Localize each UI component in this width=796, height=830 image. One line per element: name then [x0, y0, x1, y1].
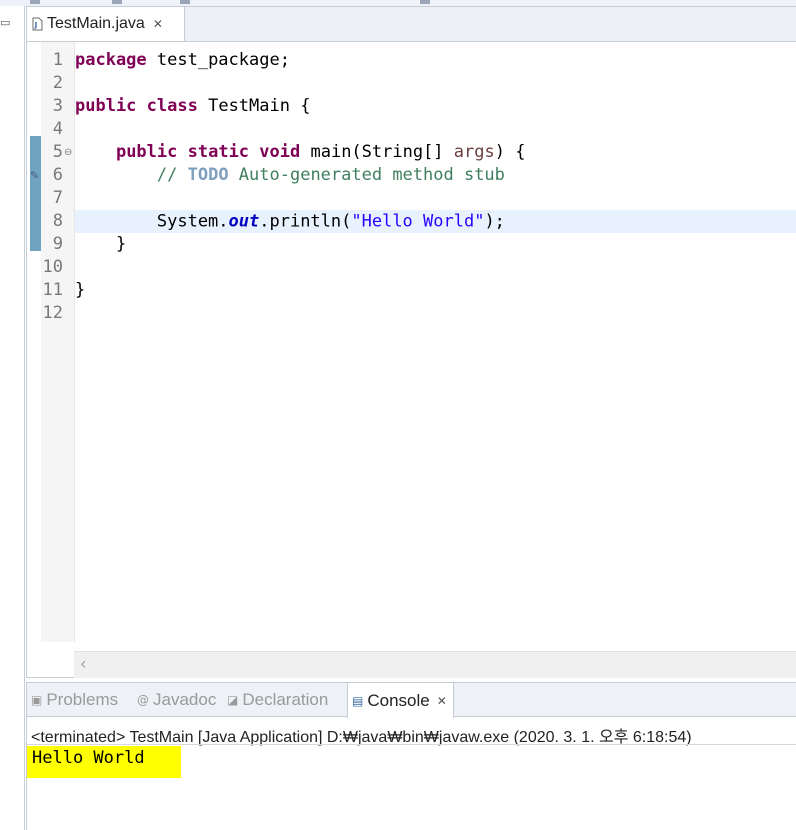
tab-declaration[interactable]: ◪ Declaration [227, 683, 328, 717]
code-token: test_package; [146, 50, 290, 70]
code-line[interactable] [75, 187, 796, 210]
line-number: 6 [52, 165, 63, 185]
javadoc-icon: @ [137, 693, 149, 707]
code-token: ) { [494, 142, 526, 162]
tab-label: Problems [46, 690, 119, 709]
code-area[interactable]: package test_package;public class TestMa… [75, 42, 796, 642]
code-token: "Hello World" [351, 211, 485, 232]
code-token: void [259, 142, 301, 162]
line-number: 1 [52, 50, 63, 70]
code-line[interactable] [75, 256, 796, 279]
code-line[interactable]: } [75, 233, 796, 256]
close-icon[interactable]: ✕ [437, 694, 447, 708]
editor-tab-bar: TestMain.java ✕ [27, 7, 796, 42]
code-line[interactable]: package test_package; [75, 49, 796, 72]
toolbar-icon[interactable] [112, 0, 122, 4]
tab-javadoc[interactable]: @ Javadoc [137, 683, 216, 717]
code-token: Auto-generated method stub [228, 165, 505, 185]
code-token: // [156, 165, 188, 185]
code-token: package [75, 50, 147, 70]
toolbar-icon[interactable] [420, 0, 430, 4]
java-file-icon [32, 17, 43, 31]
code-line[interactable] [75, 302, 796, 325]
problems-icon: ▣ [31, 693, 43, 707]
tab-label: Declaration [242, 690, 329, 709]
line-number: 7 [52, 188, 63, 208]
code-token: class [146, 96, 198, 116]
code-token: static [187, 142, 250, 162]
bottom-panel: ▣ Problems @ Javadoc ◪ Declaration ▤ Console ✕ <… [26, 682, 796, 830]
tab-problems[interactable]: ▣ Problems [31, 683, 118, 717]
scroll-left-icon[interactable]: ‹ [80, 654, 86, 673]
code-token: main(String[] [300, 142, 454, 162]
line-number: 10 [42, 257, 63, 277]
code-line[interactable]: public class TestMain { [75, 95, 796, 118]
minimize-icon[interactable]: ▭ [0, 16, 10, 29]
code-token: public [115, 142, 178, 162]
code-token: TODO [187, 165, 229, 185]
code-token: out [228, 211, 260, 232]
code-line[interactable]: // TODO Auto-generated method stub [75, 164, 796, 187]
console-output[interactable]: Hello World [32, 746, 145, 770]
code-token: TestMain { [197, 96, 311, 116]
divider [27, 744, 796, 745]
tab-label: Javadoc [153, 690, 217, 709]
line-numbers: 1 2 3 4 5 6 7 8 9 10 11 12 ⊖ ✎ [27, 42, 74, 642]
code-token: public [75, 96, 137, 116]
tab-testmain-java[interactable]: TestMain.java ✕ [27, 7, 185, 41]
line-number: 12 [42, 303, 63, 323]
close-icon[interactable]: ✕ [153, 17, 163, 31]
line-number: 4 [52, 119, 63, 139]
line-number: 11 [42, 280, 63, 300]
code-editor: TestMain.java ✕ 1 2 3 4 5 6 7 8 9 10 11 12 ⊖ ✎ packag… [26, 6, 796, 678]
code-token: args [453, 142, 495, 162]
code-token: } [75, 234, 127, 254]
line-number: 2 [52, 73, 63, 93]
horizontal-scrollbar[interactable]: ‹ [74, 651, 796, 678]
console-icon: ▤ [352, 693, 364, 708]
code-token: .println( [259, 211, 352, 232]
toolbar-icon[interactable] [30, 0, 40, 4]
line-number: 3 [52, 96, 63, 116]
code-line[interactable]: } [75, 279, 796, 302]
code-line[interactable]: public static void main(String[] args) { [75, 141, 796, 164]
tab-label: TestMain.java [47, 15, 145, 32]
line-number: 8 [52, 211, 63, 231]
fold-collapse-icon[interactable]: ⊖ [64, 141, 72, 164]
panel-tab-bar: ▣ Problems @ Javadoc ◪ Declaration ▤ Console ✕ [27, 682, 796, 718]
code-token: ); [484, 211, 505, 232]
task-marker-icon[interactable]: ✎ [30, 164, 39, 187]
code-token: } [75, 280, 86, 300]
line-number: 9 [52, 234, 63, 254]
left-view-pane: ▭ [0, 6, 25, 830]
tab-console[interactable]: ▤ Console ✕ [347, 683, 454, 718]
code-token: System. [75, 211, 229, 232]
code-line[interactable] [75, 72, 796, 95]
code-line[interactable] [75, 118, 796, 141]
toolbar-icon[interactable] [180, 0, 190, 4]
declaration-icon: ◪ [227, 693, 239, 707]
code-line[interactable]: System.out.println("Hello World"); [75, 210, 796, 233]
line-number: 5 [52, 142, 63, 162]
tab-label: Console [367, 690, 430, 710]
